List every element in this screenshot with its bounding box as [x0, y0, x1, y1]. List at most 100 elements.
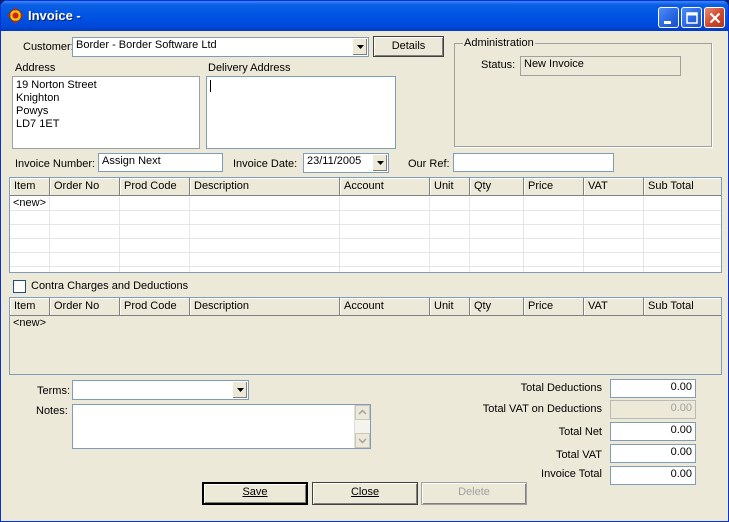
table-cell[interactable] [470, 239, 524, 253]
delete-button[interactable]: Delete [421, 482, 527, 505]
invoice-number-field[interactable]: Assign Next [98, 153, 223, 172]
maximize-button[interactable] [681, 7, 702, 28]
table-cell[interactable] [190, 317, 340, 331]
scroll-down-button[interactable] [355, 433, 370, 448]
table-cell[interactable] [584, 239, 644, 253]
notes-field[interactable] [72, 404, 371, 449]
column-header[interactable]: Qty [470, 298, 524, 316]
table-cell[interactable] [50, 267, 120, 272]
table-cell[interactable] [644, 197, 721, 211]
table-row[interactable] [10, 225, 721, 239]
close-button[interactable]: Close [312, 482, 418, 505]
delivery-address-field[interactable] [206, 76, 396, 149]
terms-dropdown-button[interactable] [232, 382, 247, 398]
table-cell[interactable] [524, 197, 584, 211]
table-cell[interactable] [470, 197, 524, 211]
table-cell[interactable] [430, 253, 470, 267]
table-cell[interactable] [584, 317, 644, 331]
table-cell[interactable] [190, 267, 340, 272]
terms-combo[interactable] [72, 380, 249, 400]
save-button[interactable]: Save [202, 482, 308, 505]
table-cell[interactable] [644, 267, 721, 272]
table-row[interactable] [10, 239, 721, 253]
column-header[interactable]: Sub Total [644, 178, 721, 196]
table-cell[interactable] [190, 197, 340, 211]
column-header[interactable]: Order No [50, 298, 120, 316]
contra-grid[interactable]: Item Order No Prod Code Description Account U… [9, 297, 722, 375]
table-cell[interactable] [430, 211, 470, 225]
customer-combo[interactable]: Border - Border Software Ltd [72, 37, 369, 57]
table-row[interactable]: <new> [10, 197, 721, 211]
table-cell[interactable] [584, 211, 644, 225]
table-cell[interactable] [584, 267, 644, 272]
table-cell[interactable]: <new> [10, 317, 50, 331]
table-cell[interactable] [120, 225, 190, 239]
column-header[interactable]: VAT [584, 178, 644, 196]
table-cell[interactable] [50, 317, 120, 331]
table-cell[interactable] [10, 253, 50, 267]
table-row[interactable] [10, 267, 721, 272]
table-cell[interactable] [430, 239, 470, 253]
date-dropdown-button[interactable] [372, 155, 387, 171]
table-cell[interactable] [340, 253, 430, 267]
table-cell[interactable] [340, 267, 430, 272]
table-cell[interactable] [10, 211, 50, 225]
invoice-lines-grid[interactable]: Item Order No Prod Code Description Account U… [9, 177, 722, 273]
table-cell[interactable] [470, 211, 524, 225]
invoice-date-picker[interactable]: 23/11/2005 [303, 153, 389, 173]
table-cell[interactable] [524, 267, 584, 272]
column-header[interactable]: Sub Total [644, 298, 721, 316]
table-cell[interactable] [584, 225, 644, 239]
column-header[interactable]: Item [10, 178, 50, 196]
table-cell[interactable] [10, 225, 50, 239]
table-row[interactable] [10, 211, 721, 225]
table-cell[interactable] [430, 197, 470, 211]
table-row[interactable]: <new> [10, 317, 721, 331]
table-cell[interactable] [644, 253, 721, 267]
contra-checkbox[interactable] [13, 280, 26, 293]
table-cell[interactable] [524, 211, 584, 225]
table-cell[interactable]: <new> [10, 197, 50, 211]
table-cell[interactable] [340, 239, 430, 253]
details-button[interactable]: Details [373, 36, 444, 57]
title-bar[interactable]: Invoice - [1, 1, 728, 31]
table-cell[interactable] [10, 239, 50, 253]
scroll-up-button[interactable] [355, 405, 370, 420]
table-cell[interactable] [644, 239, 721, 253]
column-header[interactable]: Price [524, 298, 584, 316]
column-header[interactable]: Account [340, 298, 430, 316]
table-cell[interactable] [470, 317, 524, 331]
table-cell[interactable] [430, 225, 470, 239]
column-header[interactable]: Qty [470, 178, 524, 196]
notes-scrollbar[interactable] [354, 405, 370, 448]
table-cell[interactable] [644, 317, 721, 331]
table-cell[interactable] [470, 267, 524, 272]
table-cell[interactable] [644, 225, 721, 239]
table-cell[interactable] [340, 317, 430, 331]
table-cell[interactable] [524, 317, 584, 331]
table-cell[interactable] [644, 211, 721, 225]
table-cell[interactable] [524, 253, 584, 267]
table-cell[interactable] [120, 211, 190, 225]
table-row[interactable] [10, 253, 721, 267]
column-header[interactable]: Prod Code [120, 178, 190, 196]
table-cell[interactable] [584, 197, 644, 211]
address-field[interactable]: 19 Norton Street Knighton Powys LD7 1ET [12, 76, 200, 149]
table-cell[interactable] [10, 267, 50, 272]
table-cell[interactable] [524, 225, 584, 239]
table-cell[interactable] [190, 225, 340, 239]
table-cell[interactable] [50, 253, 120, 267]
column-header[interactable]: Price [524, 178, 584, 196]
table-cell[interactable] [50, 211, 120, 225]
table-cell[interactable] [190, 211, 340, 225]
table-cell[interactable] [190, 239, 340, 253]
table-cell[interactable] [190, 253, 340, 267]
table-cell[interactable] [470, 253, 524, 267]
column-header[interactable]: Item [10, 298, 50, 316]
column-header[interactable]: Description [190, 178, 340, 196]
table-cell[interactable] [470, 225, 524, 239]
table-cell[interactable] [430, 317, 470, 331]
table-cell[interactable] [50, 197, 120, 211]
table-cell[interactable] [120, 253, 190, 267]
column-header[interactable]: Description [190, 298, 340, 316]
